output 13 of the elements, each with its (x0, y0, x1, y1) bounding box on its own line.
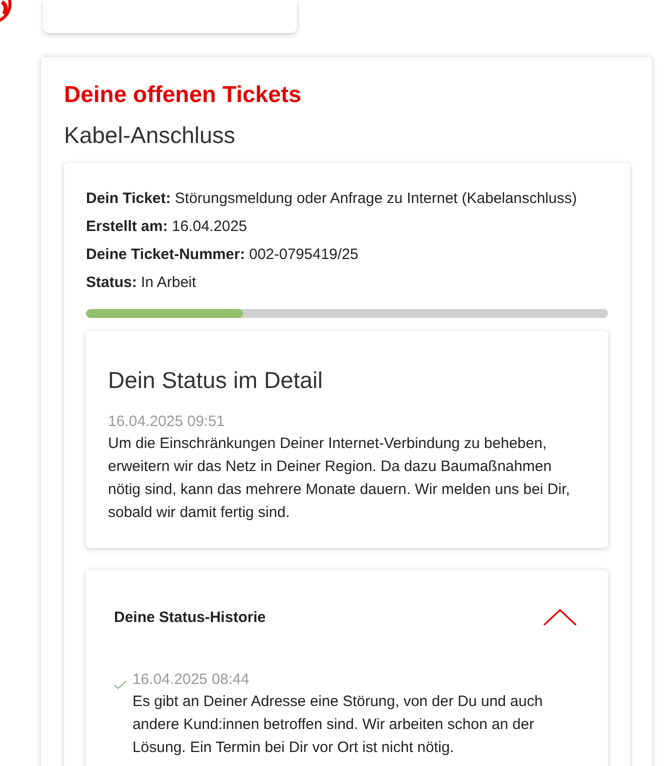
ticket-info-line: Deine Ticket-Nummer: 002-0795419/25 (86, 245, 360, 265)
status-text: Um die Einschränkungen Deiner Internet-Verbindung zu beheben, erweitern wir das Netz in Deiner Region. Da dazu Baumaßnahmen nötig sind, kann das mehrere Monate dauern. Wir melden uns bei Dir, sobald wir damit fertig sind. (108, 434, 571, 523)
history-heading: Deine Status-Historie (114, 608, 266, 626)
timestamp: 16.04.2025 08:44 (132, 670, 250, 690)
collapse-button[interactable] (543, 608, 577, 626)
page-title: Deine offenen Tickets (64, 81, 302, 108)
section-title: Kabel-Anschluss (64, 122, 236, 149)
ticket-info-line: Erstellt am: 16.04.2025 (86, 217, 248, 237)
timestamp: 16.04.2025 09:51 (108, 412, 226, 432)
detail-heading: Dein Status im Detail (108, 367, 324, 394)
ticket-info-line: Status: In Arbeit (86, 273, 198, 293)
ticket-info-line: Dein Ticket: Störungsmeldung oder Anfrage zu Internet (Kabelanschluss) (86, 189, 578, 209)
status-text: Es gibt an Deiner Adresse eine Störung, von der Du und auch andere Kund:innen betroffen sind. Wir arbeiten schon an der Lösung. Ein Termin bei Dir vor Ort ist nicht nötig. (132, 692, 544, 758)
